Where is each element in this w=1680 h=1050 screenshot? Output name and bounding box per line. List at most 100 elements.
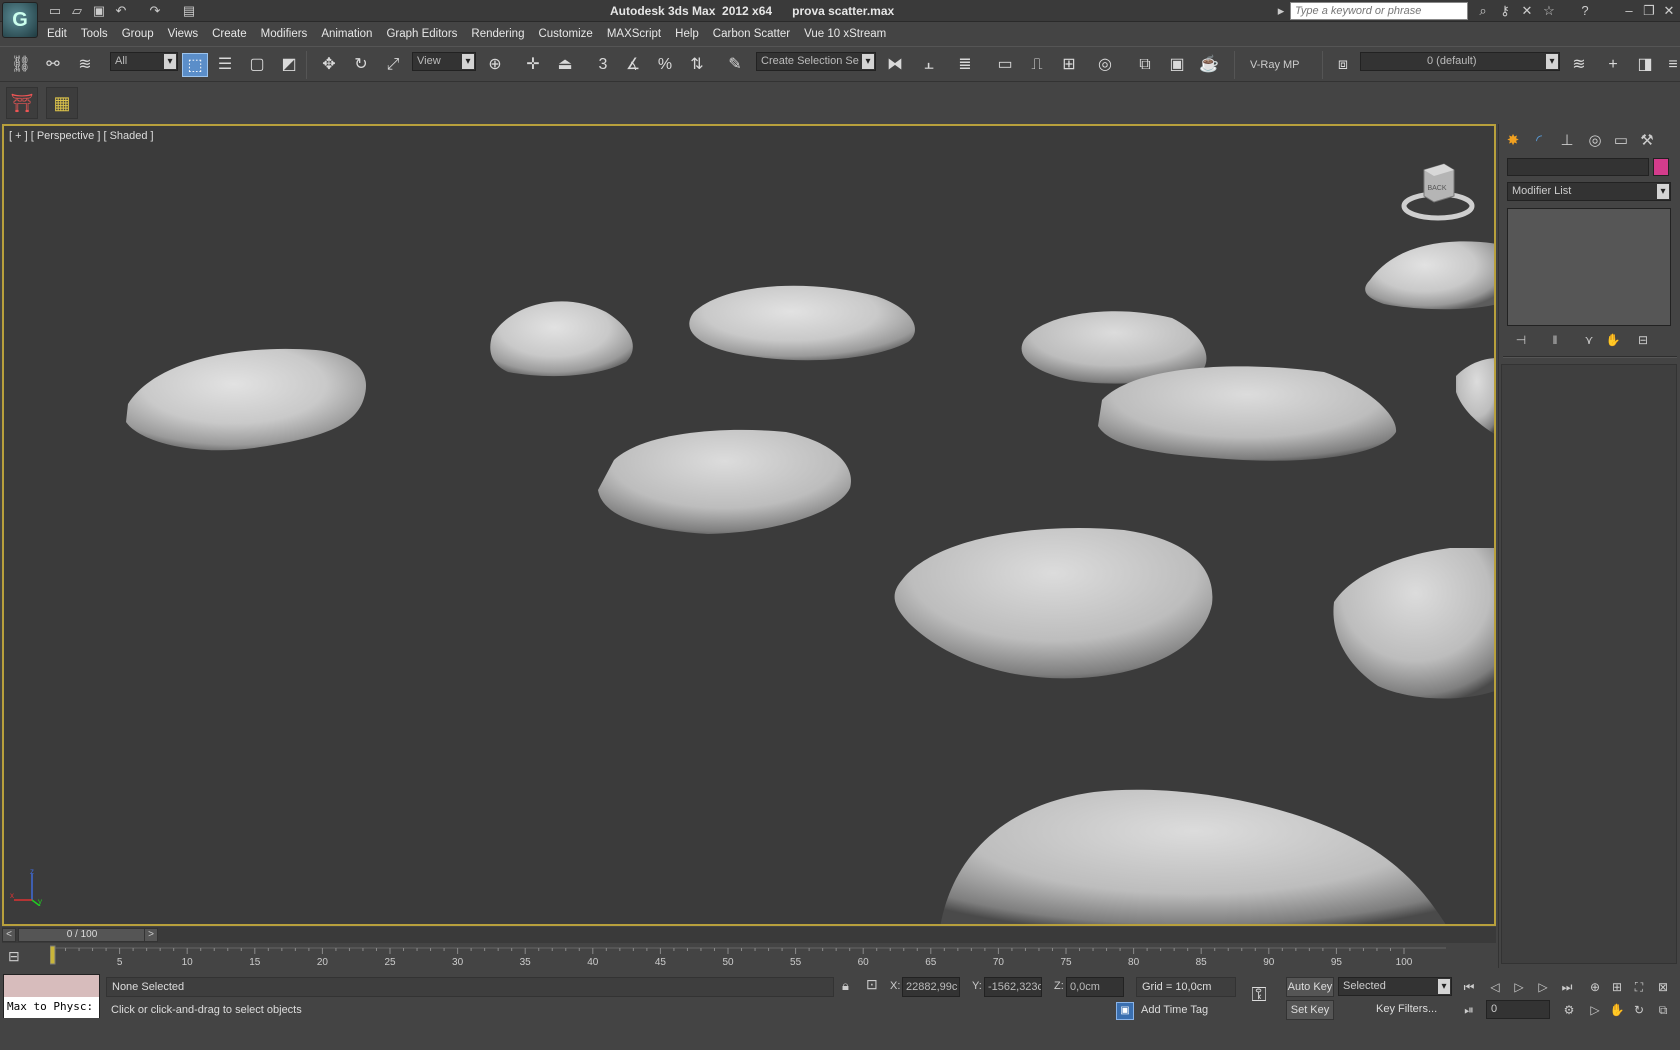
key-mode-dropdown[interactable]: Selected [1338, 977, 1452, 996]
select-object-icon[interactable]: ⬚ [182, 53, 208, 77]
motion-tab-icon[interactable]: ◎ [1583, 129, 1607, 153]
zoom-extents-icon[interactable]: ⛶ [1628, 978, 1650, 996]
favorites-icon[interactable]: ☆ [1540, 3, 1558, 19]
open-file-icon[interactable]: ▱ [68, 3, 86, 19]
modifier-list-dropdown[interactable]: Modifier List [1507, 182, 1671, 201]
isolate-selection-icon[interactable]: ▣ [1116, 1002, 1134, 1020]
minimize-icon[interactable]: – [1620, 3, 1638, 19]
menu-create[interactable]: Create [205, 24, 254, 44]
material-editor-icon[interactable]: ◎ [1092, 53, 1118, 77]
select-manipulate-icon[interactable]: ✛ [520, 53, 546, 77]
zoom-extents-all-icon[interactable]: ⊠ [1652, 978, 1674, 996]
next-frame-icon[interactable]: ▷ [1532, 978, 1554, 996]
play-icon[interactable]: ▷ [1508, 978, 1530, 996]
modify-tab-icon[interactable]: ◜ [1527, 129, 1551, 153]
go-to-start-icon[interactable]: ⏮ [1458, 978, 1480, 996]
go-to-end-icon[interactable]: ⏭ [1556, 978, 1578, 996]
pin-stack-icon[interactable]: ⊣ [1511, 333, 1531, 351]
field-of-view-icon[interactable]: ▷ [1584, 1001, 1606, 1019]
listener-input[interactable]: Max to Physc: [4, 997, 99, 1018]
menu-group[interactable]: Group [115, 24, 161, 44]
object-name-field[interactable] [1507, 158, 1649, 176]
menu-graph-editors[interactable]: Graph Editors [379, 24, 464, 44]
menu-views[interactable]: Views [161, 24, 205, 44]
absolute-mode-icon[interactable]: ⊡ [866, 976, 878, 993]
layer-toolbar-icon[interactable]: ≋ [1566, 53, 1592, 77]
spinner-snap-icon[interactable]: ⇅ [684, 53, 710, 77]
menu-modifiers[interactable]: Modifiers [254, 24, 315, 44]
perspective-viewport[interactable]: [ + ] [ Perspective ] [ Shaded ] BACK z … [2, 124, 1496, 926]
orbit-icon[interactable]: ↻ [1628, 1001, 1650, 1019]
y-coordinate-field[interactable]: -1562,323c [984, 977, 1042, 997]
edit-named-selection-icon[interactable]: ✎ [722, 53, 748, 77]
hierarchy-tab-icon[interactable]: ⊥ [1555, 129, 1579, 153]
set-key-icon[interactable]: ⚿ [1244, 984, 1274, 1010]
key-filters-button[interactable]: Key Filters... [1338, 1000, 1452, 1020]
reference-coordinate-dropdown[interactable]: View [412, 52, 476, 71]
menu-rendering[interactable]: Rendering [464, 24, 531, 44]
zoom-icon[interactable]: ⊕ [1584, 978, 1606, 996]
rectangular-selection-icon[interactable]: ▢ [244, 53, 270, 77]
communication-icon[interactable]: ✕ [1518, 3, 1536, 19]
auto-key-button[interactable]: Auto Key [1286, 977, 1334, 997]
restore-icon[interactable]: ❐ [1640, 3, 1658, 19]
z-coordinate-field[interactable]: 0,0cm [1066, 977, 1124, 997]
expand-arrow-icon[interactable]: ▸ [1272, 3, 1290, 19]
modifier-stack[interactable] [1507, 208, 1671, 326]
time-slider-prev-button[interactable]: < [2, 928, 16, 942]
maximize-viewport-icon[interactable]: ⧉ [1652, 1001, 1674, 1019]
menu-tools[interactable]: Tools [74, 24, 115, 44]
selection-filter-dropdown[interactable]: All [110, 52, 178, 71]
remove-modifier-icon[interactable]: ✋ [1603, 333, 1623, 351]
select-and-scale-icon[interactable]: ⤢ [380, 53, 406, 77]
current-frame-field[interactable]: 0 [1486, 1000, 1550, 1019]
configure-modifier-sets-icon[interactable]: ⊟ [1633, 333, 1653, 351]
angle-snap-icon[interactable]: ∡ [620, 53, 646, 77]
help-icon[interactable]: ? [1576, 3, 1594, 19]
subscription-icon[interactable]: ⚷ [1496, 3, 1514, 19]
select-and-move-icon[interactable]: ✥ [316, 53, 342, 77]
display-tab-icon[interactable]: ▭ [1609, 129, 1633, 153]
window-crossing-icon[interactable]: ◩ [276, 53, 302, 77]
set-key-button[interactable]: Set Key [1286, 1000, 1334, 1020]
schematic-view-icon[interactable]: ⊞ [1056, 53, 1082, 77]
create-tab-icon[interactable]: ✸ [1501, 129, 1525, 153]
show-end-result-icon[interactable]: ‖ [1545, 333, 1565, 351]
parameters-rollout-area[interactable] [1501, 364, 1677, 964]
search-input[interactable]: Type a keyword or phrase [1290, 2, 1468, 20]
open-mini-curve-editor-icon[interactable]: ⊟ [8, 948, 32, 966]
app-menu-button[interactable]: G [2, 2, 38, 38]
align-icon[interactable]: ⫠ [916, 53, 942, 77]
create-layer-icon[interactable]: + [1600, 53, 1626, 77]
unlink-icon[interactable]: ⚯ [40, 53, 66, 77]
maxscript-mini-listener[interactable]: Max to Physc: [3, 974, 100, 1018]
zoom-all-icon[interactable]: ⊞ [1606, 978, 1628, 996]
menu-maxscript[interactable]: MAXScript [600, 24, 668, 44]
curve-editor-icon[interactable]: ⎍ [1024, 53, 1050, 77]
menu-customize[interactable]: Customize [531, 24, 599, 44]
more-tools-icon[interactable]: ≡ [1660, 53, 1680, 77]
lock-selection-icon[interactable]: 🔒︎ [842, 978, 849, 994]
vray-mp-label[interactable]: V-Ray MP [1250, 59, 1300, 71]
track-bar[interactable]: 5 10 15 20 25 30 35 40 45 50 55 60 65 70 75 80 85 90 95 100 [50, 944, 1446, 968]
utilities-tab-icon[interactable]: ⚒ [1635, 129, 1659, 153]
pan-view-icon[interactable]: ✋ [1606, 1001, 1628, 1019]
layer-dropdown[interactable]: 0 (default) [1360, 52, 1560, 71]
time-slider-next-button[interactable]: > [144, 928, 158, 942]
snaps-toggle-icon[interactable]: 3 [590, 53, 616, 77]
render-production-icon[interactable]: ☕ [1196, 53, 1222, 77]
x-coordinate-field[interactable]: 22882,99c [902, 977, 960, 997]
viewcube[interactable]: BACK [1400, 156, 1476, 226]
select-by-name-icon[interactable]: ☰ [212, 53, 238, 77]
pivot-center-icon[interactable]: ⊕ [482, 53, 508, 77]
new-file-icon[interactable]: ▭ [46, 3, 64, 19]
select-and-rotate-icon[interactable]: ↻ [348, 53, 374, 77]
scatter-tool-icon[interactable]: ⛩ [6, 87, 38, 119]
named-selection-dropdown[interactable]: Create Selection Se [756, 52, 876, 71]
listener-macro-recorder[interactable] [4, 975, 99, 997]
render-setup-icon[interactable]: ⧉ [1132, 53, 1158, 77]
menu-help[interactable]: Help [668, 24, 706, 44]
mirror-icon[interactable]: ⧓ [882, 53, 908, 77]
undo-icon[interactable]: ↶ [112, 3, 130, 19]
redo-icon[interactable]: ↷ [146, 3, 164, 19]
